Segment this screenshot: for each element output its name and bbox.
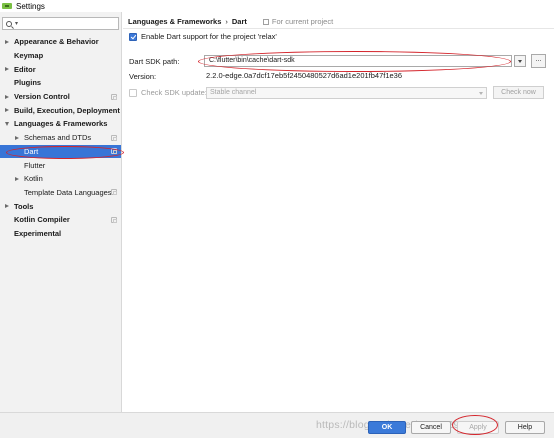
breadcrumb-separator: › (225, 17, 228, 26)
search-options-caret-icon[interactable]: ▾ (15, 20, 18, 27)
version-value: 2.2.0-edge.0a7dcf17eb5f2450480527d6ad1e2… (206, 71, 403, 80)
update-channel-value: Stable channel (210, 89, 257, 96)
sidebar-item-flutter[interactable]: Flutter (0, 158, 121, 172)
expand-arrow-right-icon[interactable] (5, 39, 9, 44)
sidebar-item-keymap[interactable]: Keymap (0, 49, 121, 63)
dialog-footer: https://blog.csdn.net/qq_36291322 OK Can… (0, 412, 554, 438)
sidebar-item-label: Kotlin (24, 174, 43, 184)
project-level-icon (111, 148, 117, 155)
expand-arrow-right-icon[interactable] (15, 135, 19, 140)
project-scope-label: For current project (271, 17, 334, 26)
sidebar-item-dart[interactable]: Dart (0, 144, 121, 159)
version-label: Version: (129, 72, 157, 81)
expand-arrow-right-icon[interactable] (5, 67, 9, 72)
settings-search-input[interactable]: ▾ (2, 17, 119, 30)
apply-button[interactable]: Apply (457, 421, 499, 434)
sidebar-item-template-data-languages[interactable]: Template Data Languages (0, 186, 121, 200)
sidebar-item-build-execution-deployment[interactable]: Build, Execution, Deployment (0, 103, 121, 117)
sidebar-item-label: Template Data Languages (24, 187, 112, 197)
sidebar-item-label: Experimental (14, 228, 62, 238)
sidebar-item-label: Kotlin Compiler (14, 215, 70, 225)
help-button[interactable]: Help (505, 421, 545, 434)
settings-tree: Appearance & Behavior Keymap Editor Plugins… (0, 35, 121, 240)
project-level-icon (111, 216, 117, 223)
check-sdk-update-label[interactable]: Check SDK update: (141, 88, 207, 97)
header-divider (123, 28, 554, 29)
sidebar-item-label: Schemas and DTDs (24, 133, 92, 143)
sidebar-item-label: Version Control (14, 92, 70, 102)
sdk-path-label: Dart SDK path: (129, 57, 180, 66)
enable-dart-label[interactable]: Enable Dart support for the project 'rel… (141, 32, 277, 41)
sidebar-item-label: Keymap (14, 51, 44, 61)
window-title: Settings (16, 1, 45, 11)
title-bar: Settings (0, 0, 554, 12)
settings-sidebar: ▾ Appearance & Behavior Keymap Editor Plugi… (0, 12, 122, 412)
sidebar-item-schemas-and-dtds[interactable]: Schemas and DTDs (0, 131, 121, 145)
android-studio-icon (2, 2, 12, 10)
sidebar-item-label: Editor (14, 64, 36, 74)
expand-arrow-right-icon[interactable] (15, 176, 19, 181)
project-level-icon (111, 134, 117, 141)
sidebar-item-experimental[interactable]: Experimental (0, 227, 121, 241)
sidebar-item-label: Plugins (14, 78, 42, 88)
enable-dart-row[interactable]: Enable Dart support for the project 'rel… (129, 32, 277, 41)
update-channel-select[interactable]: Stable channel (206, 87, 487, 99)
breadcrumb-current: Dart (231, 17, 247, 26)
sidebar-item-tools[interactable]: Tools (0, 199, 121, 213)
sidebar-item-label: Dart (24, 146, 39, 156)
breadcrumb: Languages & Frameworks › Dart For curren… (128, 17, 333, 26)
sidebar-item-appearance-and-behavior[interactable]: Appearance & Behavior (0, 35, 121, 49)
sidebar-item-languages-and-frameworks[interactable]: Languages & Frameworks (0, 117, 121, 131)
sidebar-item-plugins[interactable]: Plugins (0, 76, 121, 90)
sidebar-item-label: Appearance & Behavior (14, 37, 99, 47)
sdk-path-input[interactable]: C:\flutter\bin\cache\dart-sdk (204, 55, 512, 67)
expand-arrow-down-icon[interactable] (5, 121, 9, 126)
breadcrumb-parent: Languages & Frameworks (128, 17, 222, 26)
check-now-button[interactable]: Check now (493, 86, 544, 99)
sdk-path-dropdown-button[interactable] (514, 55, 526, 67)
check-sdk-update-row[interactable]: Check SDK update: (129, 88, 207, 97)
sidebar-item-label: Tools (14, 201, 34, 211)
expand-arrow-right-icon[interactable] (5, 108, 9, 113)
sidebar-item-version-control[interactable]: Version Control (0, 90, 121, 104)
sidebar-item-label: Languages & Frameworks (14, 119, 108, 129)
chevron-down-icon (479, 92, 483, 95)
dart-settings-panel: Languages & Frameworks › Dart For curren… (123, 12, 554, 412)
sidebar-item-label: Flutter (24, 160, 46, 170)
sidebar-item-label: Build, Execution, Deployment (14, 105, 120, 115)
browse-button[interactable]: ... (531, 54, 546, 68)
expand-arrow-right-icon[interactable] (5, 204, 9, 209)
sidebar-item-editor[interactable]: Editor (0, 62, 121, 76)
project-level-icon (111, 189, 117, 196)
sidebar-item-kotlin[interactable]: Kotlin (0, 172, 121, 186)
check-sdk-update-checkbox[interactable] (129, 88, 137, 97)
enable-dart-checkbox[interactable] (129, 32, 137, 41)
project-scope-icon (262, 18, 269, 25)
project-level-icon (111, 93, 117, 100)
ok-button[interactable]: OK (368, 421, 406, 434)
expand-arrow-right-icon[interactable] (5, 94, 9, 99)
project-scope-note: For current project (262, 17, 334, 26)
search-icon (6, 20, 12, 27)
sidebar-item-kotlin-compiler[interactable]: Kotlin Compiler (0, 213, 121, 227)
cancel-button[interactable]: Cancel (411, 421, 451, 434)
